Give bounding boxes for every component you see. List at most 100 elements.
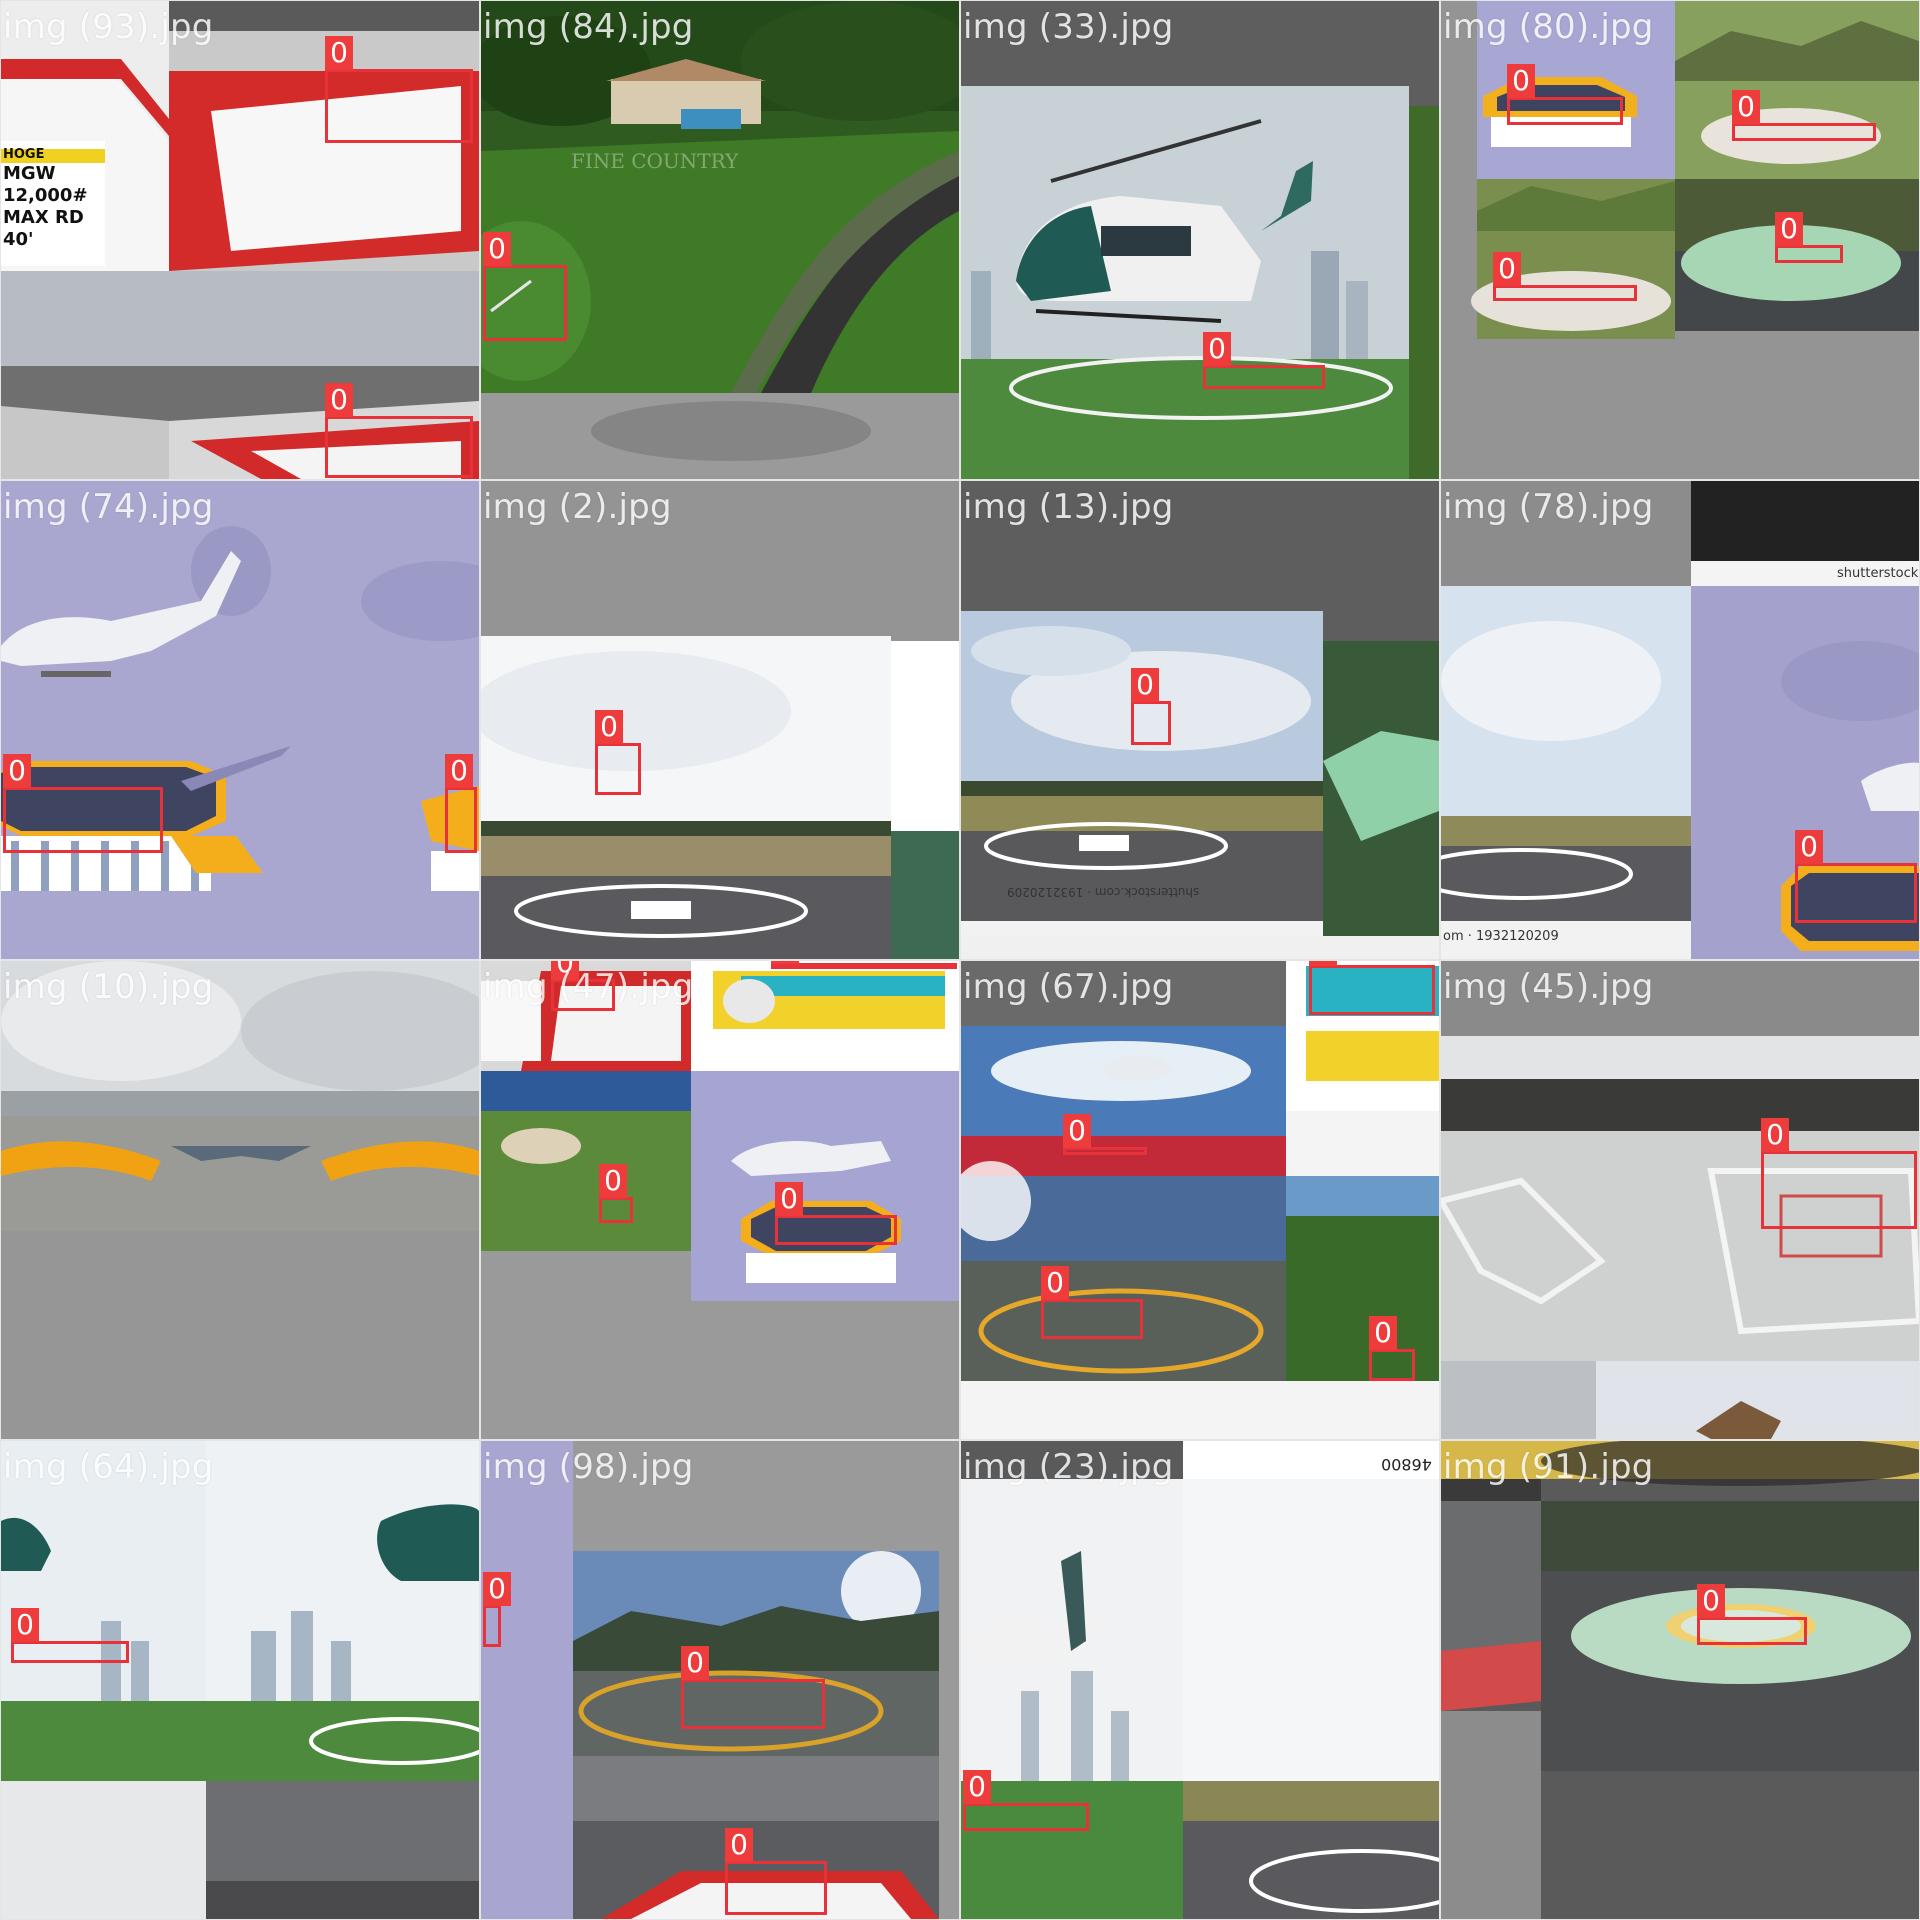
class-label: 0	[325, 383, 353, 417]
bounding-box[interactable]: 0	[775, 1182, 897, 1245]
tile-title: img (10).jpg	[3, 967, 214, 1007]
tile-img-93[interactable]: img (93).jpg HOGE MGW 12,000# MAX RD 40'…	[1, 1, 479, 479]
class-label: 0	[1063, 1114, 1091, 1148]
tile-img-47[interactable]: img (47).jpg 0 0 0 0	[481, 961, 959, 1439]
class-label: 0	[11, 1608, 39, 1642]
bounding-box[interactable]: 0	[1761, 1118, 1917, 1229]
class-label: 0	[1775, 212, 1803, 246]
bounding-box[interactable]: 0	[1309, 961, 1435, 1015]
tile-img-98[interactable]: img (98).jpg 0 0 0	[481, 1441, 959, 1919]
tile-title: img (78).jpg	[1443, 487, 1654, 527]
sign-line: 40'	[3, 229, 34, 250]
sign-line: MAX RD	[3, 207, 84, 228]
class-label: 0	[1309, 961, 1337, 966]
bounding-box[interactable]: 0	[681, 1646, 825, 1729]
scene-mosaic-helicopter	[1, 1441, 479, 1919]
bounding-box[interactable]: 0	[599, 1164, 633, 1223]
bounding-box[interactable]: 0	[1732, 90, 1876, 141]
tile-img-64[interactable]: img (64).jpg 0	[1, 1441, 479, 1919]
bounding-box[interactable]: 0	[963, 1770, 1089, 1831]
scene-estate-lawn	[481, 1, 959, 479]
tile-img-80[interactable]: img (80).jpg 0 0 0 0	[1441, 1, 1919, 479]
bounding-box[interactable]: 0	[1369, 1316, 1415, 1381]
tile-title: img (13).jpg	[963, 487, 1174, 527]
tile-img-23[interactable]: img (23).jpg 46800 0	[961, 1441, 1439, 1919]
tile-img-13[interactable]: img (13).jpg shutterstock.com · 19321202…	[961, 481, 1439, 959]
bounding-box[interactable]: 0	[11, 1608, 129, 1663]
bounding-box[interactable]: 0	[725, 1828, 827, 1915]
class-label: 0	[595, 710, 623, 744]
tile-title: img (45).jpg	[1443, 967, 1654, 1007]
watermark-credit: 46800	[1381, 1455, 1432, 1474]
sign-line: MGW	[3, 163, 56, 184]
tile-title: img (98).jpg	[483, 1447, 694, 1487]
class-label: 0	[963, 1770, 991, 1804]
tile-title: img (80).jpg	[1443, 7, 1654, 47]
scene-dark-pad	[1441, 1441, 1919, 1919]
class-label: 0	[771, 961, 799, 964]
tile-img-84[interactable]: img (84).jpg FINE COUNTRY 0	[481, 1, 959, 479]
tile-img-74[interactable]: img (74).jpg 0 0	[1, 481, 479, 959]
tile-title: img (91).jpg	[1443, 1447, 1654, 1487]
bounding-box[interactable]: 0	[483, 232, 567, 341]
tile-img-78[interactable]: img (78).jpg shutterstock om · 193212020…	[1441, 481, 1919, 959]
bounding-box[interactable]: 0	[771, 961, 957, 969]
tile-title: img (93).jpg	[3, 7, 214, 47]
bounding-box[interactable]: 0	[1041, 1266, 1143, 1339]
class-label: 0	[1041, 1266, 1069, 1300]
tile-img-91[interactable]: img (91).jpg 0	[1441, 1441, 1919, 1919]
bounding-box[interactable]: 0	[1697, 1584, 1807, 1645]
bounding-box[interactable]: 0	[445, 754, 477, 853]
scene-orange-ring-deck	[1, 961, 479, 1439]
bounding-box[interactable]: 0	[1493, 252, 1637, 301]
bounding-box[interactable]: 0	[1795, 830, 1917, 923]
scene-mosaic-lake-pads	[961, 961, 1439, 1439]
tile-title: img (67).jpg	[963, 967, 1174, 1007]
class-label: 0	[1493, 252, 1521, 286]
sign-text: HOGE MGW 12,000# MAX RD 40'	[3, 147, 103, 251]
bounding-box[interactable]: 0	[483, 1572, 511, 1647]
tile-img-10[interactable]: img (10).jpg	[1, 961, 479, 1439]
class-label: 0	[1761, 1118, 1789, 1152]
scene-airfield-sky	[481, 481, 959, 959]
class-label: 0	[1697, 1584, 1725, 1618]
class-label: 0	[3, 754, 31, 788]
class-label: 0	[681, 1646, 709, 1680]
watermark-credit: shutterstock.com · 1932120209	[1007, 885, 1200, 899]
bounding-box[interactable]: 0	[3, 754, 163, 853]
class-label: 0	[1795, 830, 1823, 864]
class-label: 0	[1507, 64, 1535, 98]
tile-img-45[interactable]: img (45).jpg 0	[1441, 961, 1919, 1439]
bounding-box[interactable]: 0	[1063, 1114, 1147, 1155]
tile-title: img (47).jpg	[483, 967, 694, 1007]
bounding-box[interactable]: 0	[1203, 332, 1325, 389]
bounding-box[interactable]: 0	[1775, 212, 1843, 263]
tile-title: img (74).jpg	[3, 487, 214, 527]
tile-img-33[interactable]: img (33).jpg 0	[961, 1, 1439, 479]
sign-line: HOGE	[3, 147, 45, 162]
tile-title: img (64).jpg	[3, 1447, 214, 1487]
bounding-box[interactable]: 0	[1507, 64, 1623, 125]
tile-title: img (2).jpg	[483, 487, 672, 527]
class-label: 0	[1203, 332, 1231, 366]
tile-title: img (84).jpg	[483, 7, 694, 47]
scene-cartoon-helipad	[1, 481, 479, 959]
watermark-credit: om · 1932120209	[1443, 929, 1559, 944]
class-label: 0	[1732, 90, 1760, 124]
bounding-box[interactable]: 0	[325, 36, 473, 143]
bounding-box[interactable]: 0	[595, 710, 641, 795]
bounding-box[interactable]: 0	[325, 383, 473, 478]
class-label: 0	[775, 1182, 803, 1216]
class-label: 0	[725, 1828, 753, 1862]
class-label: 0	[325, 36, 353, 70]
class-label: 0	[599, 1164, 627, 1198]
scene-mosaic-collage	[481, 961, 959, 1439]
tile-title: img (23).jpg	[963, 1447, 1174, 1487]
bounding-box[interactable]: 0	[1131, 668, 1171, 745]
tile-img-67[interactable]: img (67).jpg 0 0 0 0	[961, 961, 1439, 1439]
tile-img-2[interactable]: img (2).jpg 0	[481, 481, 959, 959]
tile-title: img (33).jpg	[963, 7, 1174, 47]
scene-mosaic-city	[961, 1441, 1439, 1919]
class-label: 0	[483, 232, 511, 266]
watermark: FINE COUNTRY	[571, 149, 739, 173]
